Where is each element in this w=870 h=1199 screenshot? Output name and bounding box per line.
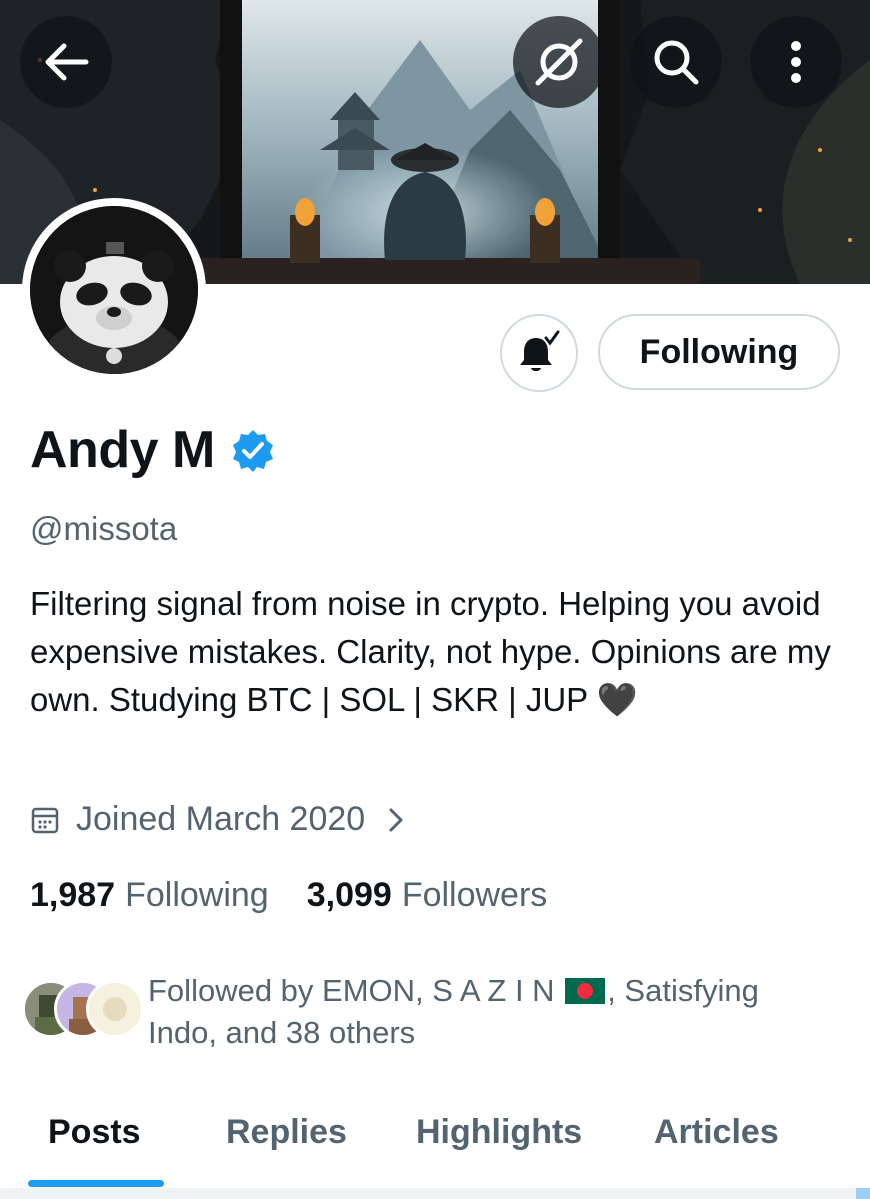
- profile-bio: Filtering signal from noise in crypto. H…: [30, 585, 831, 718]
- following-label: Following: [125, 876, 269, 914]
- name-row: Andy M: [30, 420, 275, 480]
- followers-label: Followers: [401, 876, 548, 914]
- more-button[interactable]: [750, 16, 842, 108]
- tabs-divider: [0, 1188, 870, 1199]
- tab-replies[interactable]: Replies: [226, 1105, 347, 1152]
- grok-icon: [535, 38, 583, 86]
- bell-check-icon: [520, 330, 560, 371]
- tab-articles[interactable]: Articles: [654, 1105, 779, 1152]
- chevron-right-icon: [389, 808, 403, 831]
- tab-highlights[interactable]: Highlights: [416, 1105, 582, 1152]
- active-tab-indicator: [28, 1180, 164, 1187]
- avatar[interactable]: [22, 198, 206, 382]
- calendar-icon: [31, 807, 59, 833]
- arrow-left-icon: [45, 43, 89, 81]
- followers-stat[interactable]: 3,099 Followers: [307, 876, 548, 915]
- display-name: Andy M: [30, 421, 215, 479]
- joined-date[interactable]: Joined March 2020: [30, 800, 407, 839]
- back-button[interactable]: [20, 16, 112, 108]
- joined-text: Joined March 2020: [76, 800, 366, 838]
- search-icon: [654, 40, 699, 85]
- followed-by-text: Followed by EMON, S A Z I N , Satisfying…: [148, 970, 828, 1054]
- verified-badge-icon: [232, 430, 273, 472]
- profile-handle: @missota: [30, 510, 178, 547]
- following-button[interactable]: Following: [598, 314, 840, 390]
- more-vertical-icon: [791, 41, 801, 83]
- follower-avatar: [86, 980, 144, 1038]
- grok-button[interactable]: [513, 16, 605, 108]
- tab-posts[interactable]: Posts: [48, 1105, 141, 1152]
- followed-by[interactable]: Followed by EMON, S A Z I N , Satisfying…: [22, 970, 828, 1054]
- search-button[interactable]: [630, 16, 722, 108]
- profile-stats: 1,987 Following 3,099 Followers: [30, 876, 585, 915]
- followed-by-prefix: Followed by EMON, S A Z I N: [148, 973, 555, 1008]
- panda-avatar-image: [30, 206, 198, 374]
- bangladesh-flag-icon: [565, 978, 606, 1004]
- following-stat[interactable]: 1,987 Following: [30, 876, 269, 915]
- following-count: 1,987: [30, 876, 116, 914]
- followers-count: 3,099: [306, 876, 392, 914]
- notifications-button[interactable]: [500, 314, 578, 392]
- follower-avatars: [22, 980, 144, 1040]
